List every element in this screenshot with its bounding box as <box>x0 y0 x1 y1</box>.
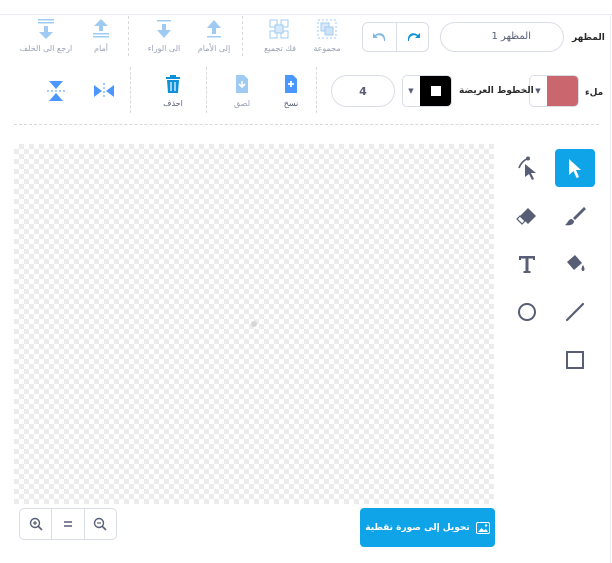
costume-name-input[interactable]: المظهر 1 <box>440 22 564 52</box>
to-back-label: ارجع الى الخلف <box>19 44 73 53</box>
group-label: مجموعة <box>313 44 341 53</box>
zoom-controls <box>19 508 117 540</box>
line-icon <box>565 302 585 322</box>
flip-vertical-icon <box>47 81 65 101</box>
select-arrow-icon <box>569 159 581 178</box>
undo-icon <box>372 33 385 41</box>
tool-text[interactable] <box>507 245 547 283</box>
redo-button[interactable] <box>397 23 429 51</box>
group-button[interactable] <box>313 17 341 41</box>
toolbar-divider <box>130 67 131 113</box>
bring-to-front-icon <box>93 19 109 38</box>
flip-horizontal-button[interactable] <box>90 79 118 103</box>
tool-line[interactable] <box>555 293 595 331</box>
toolbar-divider <box>128 16 129 56</box>
circle-icon <box>518 303 536 321</box>
convert-button-label: تحويل إلى صورة نقطية <box>365 522 470 533</box>
brush-icon <box>565 207 586 226</box>
toolbar-bottom-divider <box>14 124 599 125</box>
outline-label: الخطوط العريضة <box>459 86 534 96</box>
copy-icon <box>285 75 297 93</box>
backward-button[interactable] <box>150 17 178 41</box>
canvas-center-dot <box>251 321 257 327</box>
paint-canvas[interactable] <box>14 144 494 504</box>
flip-vertical-button[interactable] <box>42 79 70 103</box>
costume-name-label: المظهر <box>572 33 605 43</box>
costume-name-value: المظهر 1 <box>491 31 532 42</box>
tool-circle[interactable] <box>507 293 547 331</box>
zoom-in-icon <box>29 517 43 531</box>
reshape-icon <box>518 156 536 180</box>
front-label: أمام <box>94 44 108 53</box>
toolbar-divider <box>206 67 207 113</box>
group-icon <box>317 19 337 39</box>
image-icon <box>475 521 490 534</box>
ungroup-label: فك تجميع <box>264 44 296 53</box>
fill-color-swatch <box>547 76 578 106</box>
paste-label: لصق <box>233 99 251 108</box>
convert-to-bitmap-button[interactable]: تحويل إلى صورة نقطية <box>360 508 495 547</box>
toolbar-divider <box>316 67 317 113</box>
delete-button[interactable] <box>159 72 187 96</box>
paste-button[interactable] <box>228 72 256 96</box>
rectangle-icon <box>566 351 584 369</box>
to-back-button[interactable] <box>32 17 60 41</box>
paste-icon <box>236 75 248 93</box>
outline-size-value: 4 <box>359 85 367 98</box>
forward-label: إلى الأمام <box>197 44 231 53</box>
redo-icon <box>407 33 420 41</box>
arrow-down-icon <box>157 20 171 38</box>
outline-color-picker[interactable]: ▼ <box>402 75 452 107</box>
delete-label: احذف <box>163 99 183 108</box>
editor-top-border <box>0 14 612 15</box>
fill-color-picker[interactable]: ▼ <box>529 75 579 107</box>
tool-reshape[interactable] <box>507 149 547 187</box>
copy-label: نسخ <box>283 99 299 108</box>
fill-label: ملء <box>585 88 604 98</box>
eraser-icon <box>516 208 536 225</box>
forward-button[interactable] <box>200 17 228 41</box>
backward-label: الى الوراء <box>147 44 181 53</box>
text-icon <box>519 256 535 273</box>
outline-size-input[interactable]: 4 <box>331 75 395 107</box>
paint-bucket-icon <box>567 255 585 271</box>
undo-button[interactable] <box>363 23 397 51</box>
flip-horizontal-icon <box>94 83 114 99</box>
editor-right-border <box>610 14 611 563</box>
send-to-back-icon <box>38 19 54 39</box>
toolbar-divider <box>242 16 243 56</box>
ungroup-button[interactable] <box>265 17 293 41</box>
trash-icon <box>166 75 180 93</box>
arrow-up-icon <box>207 20 221 38</box>
zoom-out-button[interactable] <box>85 509 116 539</box>
tool-rectangle[interactable] <box>555 341 595 379</box>
tool-eraser[interactable] <box>507 197 547 235</box>
tool-fill[interactable] <box>555 245 595 283</box>
tool-brush[interactable] <box>555 197 595 235</box>
zoom-reset-button[interactable] <box>52 509 85 539</box>
copy-button[interactable] <box>277 72 305 96</box>
zoom-out-icon <box>94 517 107 531</box>
tool-select[interactable] <box>555 149 595 187</box>
outline-color-swatch <box>420 76 451 106</box>
equals-icon <box>63 521 72 527</box>
zoom-in-button[interactable] <box>20 509 53 539</box>
ungroup-icon <box>269 19 289 39</box>
front-button[interactable] <box>87 17 115 41</box>
chevron-down-icon: ▼ <box>408 87 414 95</box>
undo-redo-group <box>362 22 429 52</box>
